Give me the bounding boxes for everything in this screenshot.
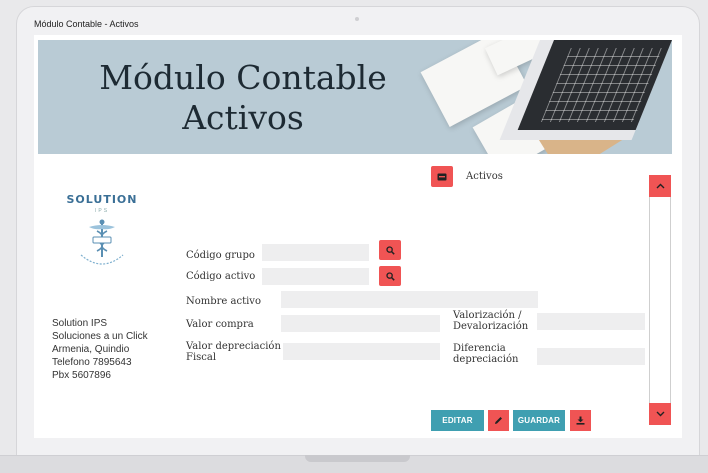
valor-depreciacion-input[interactable] <box>283 343 440 360</box>
scroll-down-button[interactable] <box>649 403 671 425</box>
search-icon <box>385 271 395 281</box>
scroll-up-button[interactable] <box>649 175 671 197</box>
valorizacion-input[interactable] <box>537 313 645 330</box>
diferencia-depreciacion-label: Diferencia depreciación <box>453 343 518 365</box>
company-slogan: Soluciones a un Click <box>52 331 148 342</box>
edit-button[interactable]: EDITAR <box>431 410 484 431</box>
valor-depreciacion-label: Valor depreciación Fiscal <box>186 341 281 363</box>
valor-compra-input[interactable] <box>281 315 440 332</box>
valor-compra-label: Valor compra <box>186 319 254 330</box>
banner-title: Módulo Contable Activos <box>98 58 388 138</box>
valorizacion-label-line2: Devalorización <box>453 321 529 332</box>
logo-subtitle: IPS <box>94 208 110 214</box>
section-label: Activos <box>466 171 503 182</box>
nombre-activo-label: Nombre activo <box>186 296 261 307</box>
company-info: Solution IPS Soluciones a un Click Armen… <box>52 317 148 382</box>
company-logo: SOLUTION IPS <box>62 193 142 269</box>
chevron-down-icon <box>656 411 664 417</box>
pencil-icon <box>495 417 502 424</box>
download-icon-button[interactable] <box>570 410 591 431</box>
camera-dot <box>355 17 359 21</box>
nombre-activo-input[interactable] <box>281 291 538 308</box>
banner-title-line1: Módulo Contable <box>99 58 387 97</box>
chevron-up-icon <box>656 183 664 189</box>
codigo-activo-label: Código activo <box>186 271 256 282</box>
codigo-grupo-input[interactable] <box>262 244 369 261</box>
diferencia-depreciacion-label-line2: depreciación <box>453 354 519 365</box>
codigo-grupo-label: Código grupo <box>186 250 255 261</box>
caduceus-icon <box>80 219 124 265</box>
company-pbx: Pbx 5607896 <box>52 370 111 381</box>
search-icon <box>385 245 395 255</box>
company-city: Armenia, Quindio <box>52 344 130 355</box>
header-banner: Módulo Contable Activos <box>38 40 672 154</box>
codigo-activo-input[interactable] <box>262 268 369 285</box>
save-button[interactable]: GUARDAR <box>513 410 565 431</box>
banner-title-line2: Activos <box>182 98 304 137</box>
window-title: Módulo Contable - Activos <box>34 19 139 29</box>
valor-depreciacion-label-line2: Fiscal <box>186 352 217 363</box>
diferencia-depreciacion-input[interactable] <box>537 348 645 365</box>
vertical-scrollbar[interactable] <box>649 175 671 425</box>
card-icon[interactable] <box>431 166 453 187</box>
download-icon <box>576 416 585 425</box>
codigo-activo-search-button[interactable] <box>379 266 401 286</box>
company-name: Solution IPS <box>52 318 108 329</box>
valorizacion-label-line1: Valorización / <box>453 310 522 321</box>
codigo-grupo-search-button[interactable] <box>379 240 401 260</box>
company-phone: Telefono 7895643 <box>52 357 132 368</box>
logo-title: SOLUTION <box>66 193 138 206</box>
app-screen: Módulo Contable Activos Activos SOLUTION… <box>34 35 682 438</box>
edit-icon-button[interactable] <box>488 410 509 431</box>
valorizacion-label: Valorización / Devalorización <box>453 310 528 332</box>
laptop-notch <box>305 455 410 462</box>
valor-depreciacion-label-line1: Valor depreciación <box>186 341 281 352</box>
diferencia-depreciacion-label-line1: Diferencia <box>453 343 506 354</box>
